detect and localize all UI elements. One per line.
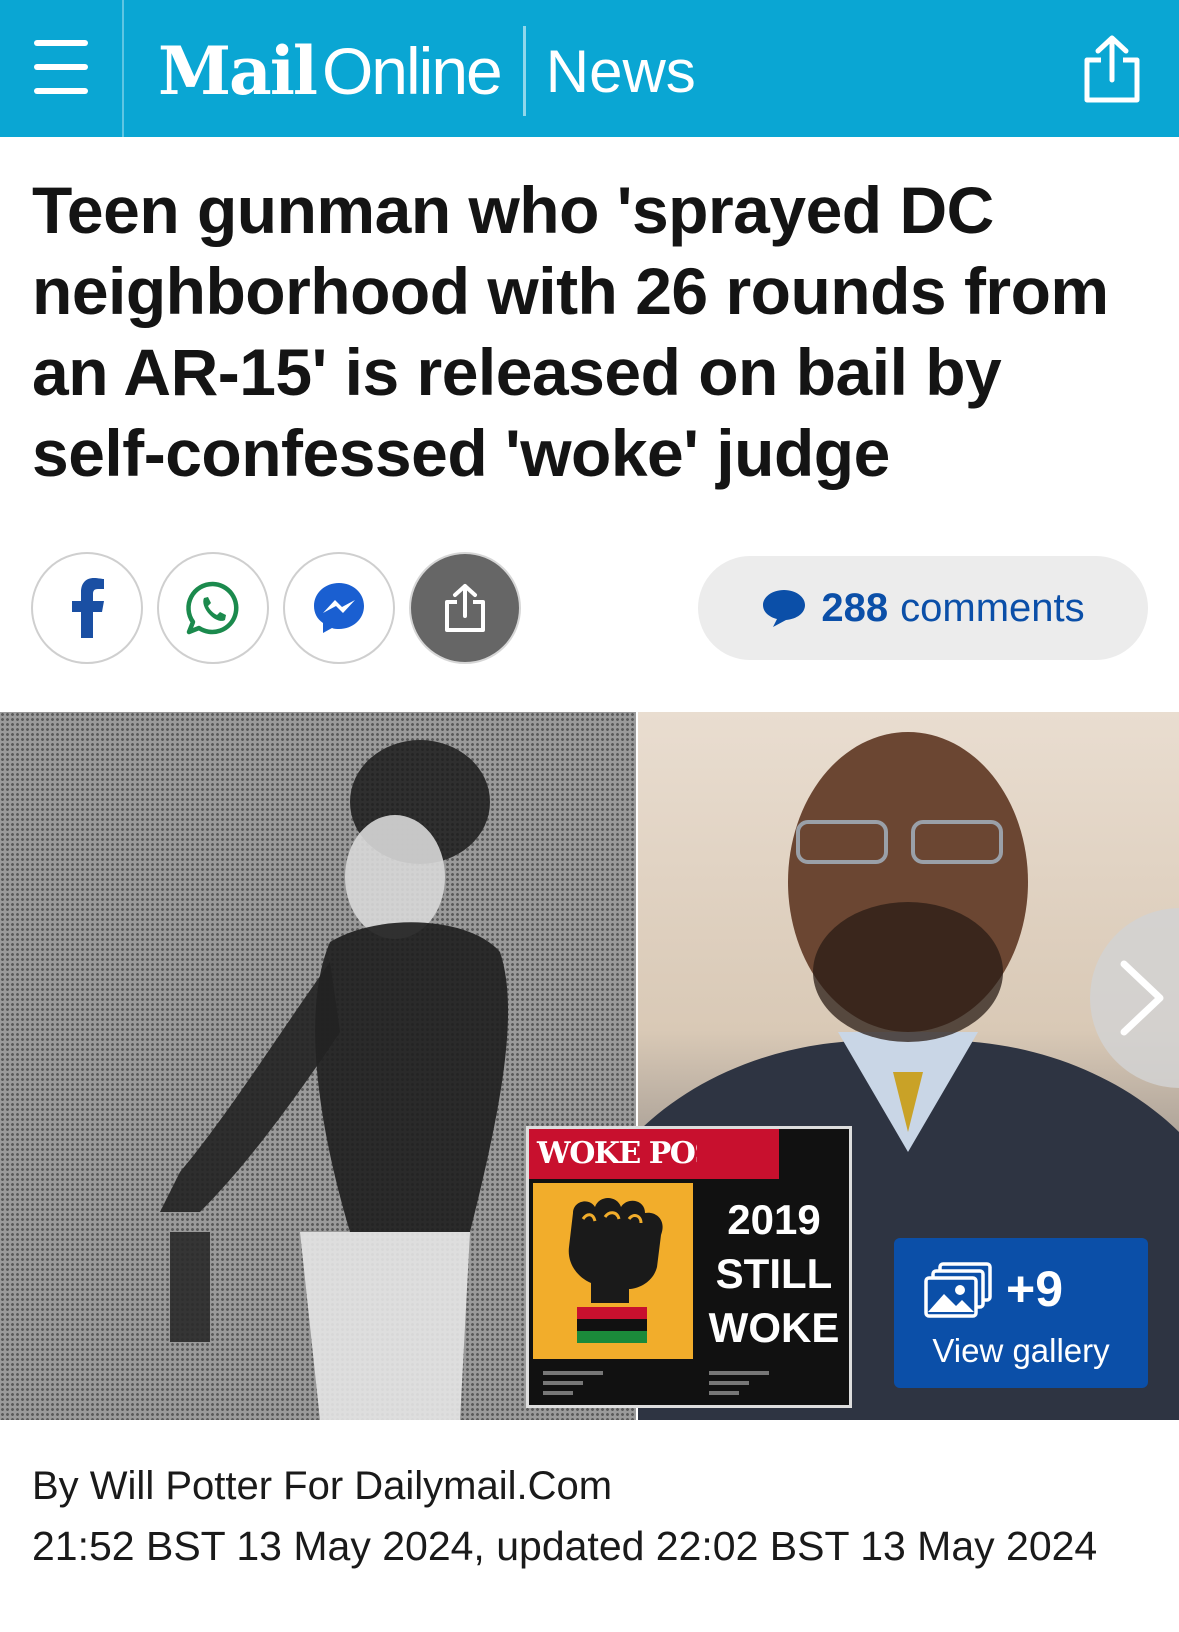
comments-button[interactable]: 288 comments	[698, 556, 1148, 660]
hamburger-menu-icon-bar	[34, 88, 88, 94]
post-meta-left	[533, 1365, 683, 1405]
fist-poster	[533, 1183, 693, 1359]
woke-line-woke: WOKE	[708, 1304, 840, 1351]
article-byline: By Will Potter For Dailymail.Com	[32, 1464, 613, 1508]
hamburger-menu-icon	[34, 40, 88, 46]
raised-fist-icon	[568, 1198, 663, 1343]
logo-online: Online	[321, 34, 503, 108]
view-gallery-button[interactable]: +9 View gallery	[894, 1238, 1148, 1388]
site-logo[interactable]: Mail Online News	[158, 26, 696, 116]
hamburger-menu-icon-bar	[34, 64, 88, 70]
woke-posts-title: WOKE POSTS	[529, 1129, 757, 1179]
article-dateline: 21:52 BST 13 May 2024, updated 22:02 BST…	[32, 1523, 1098, 1569]
post-meta-right	[699, 1365, 849, 1405]
messenger-share-button[interactable]	[283, 552, 395, 664]
share-icon	[1084, 35, 1140, 103]
menu-button[interactable]	[0, 0, 124, 137]
gallery-label: View gallery	[932, 1332, 1110, 1369]
woke-line-still: STILL	[715, 1250, 833, 1297]
whatsapp-icon	[186, 581, 239, 635]
gallery-count: +9	[1006, 1261, 1064, 1317]
facebook-icon	[72, 578, 104, 638]
header-share-button[interactable]	[1079, 34, 1145, 104]
more-share-button[interactable]	[409, 552, 521, 664]
share-icon	[445, 584, 485, 632]
article-headline: Teen gunman who 'sprayed DC neighborhood…	[32, 173, 1109, 490]
woke-posts-inset: WOKE POSTS 2019 STILL WOKE	[526, 1126, 852, 1408]
hero-image-carousel[interactable]: WOKE POSTS 2019 STILL WOKE +9 View galle…	[0, 712, 1179, 1420]
whatsapp-share-button[interactable]	[157, 552, 269, 664]
comment-bubble-icon	[763, 590, 806, 627]
woke-posts-title-band	[697, 1129, 779, 1179]
still-woke-poster: 2019 STILL WOKE	[699, 1183, 849, 1359]
comments-count: 288	[821, 585, 889, 630]
logo-divider	[522, 26, 526, 116]
site-header: Mail Online News	[0, 0, 1179, 137]
chevron-right-icon	[1120, 960, 1164, 1036]
gallery-icon	[924, 1262, 992, 1318]
comments-label: comments	[900, 585, 1085, 630]
section-label[interactable]: News	[546, 37, 696, 106]
messenger-icon	[314, 583, 364, 633]
woke-line-year: 2019	[727, 1196, 821, 1243]
logo-mail: Mail	[158, 32, 318, 110]
facebook-share-button[interactable]	[31, 552, 143, 664]
